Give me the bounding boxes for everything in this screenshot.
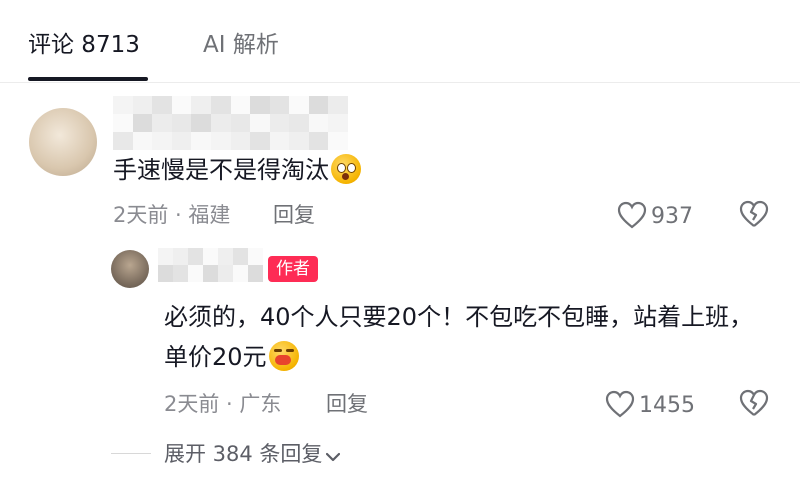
mosaic-cell (113, 96, 133, 114)
mosaic-cell (308, 96, 329, 114)
mosaic-cell (152, 96, 172, 114)
mosaic-cell (203, 265, 218, 282)
mosaic-cell (188, 248, 203, 265)
comment-like-count: 937 (651, 204, 693, 229)
mosaic-cell (289, 132, 309, 150)
mosaic-cell (250, 96, 270, 114)
mosaic-cell (328, 132, 348, 150)
heart-icon (617, 201, 647, 229)
shocked-emoji-icon (331, 154, 361, 184)
reply-like-count: 1455 (639, 393, 695, 418)
mosaic-cell (230, 132, 251, 150)
mosaic-cell (233, 265, 248, 282)
tab-ai-analysis[interactable]: AI 解析 (203, 30, 279, 60)
author-name-pixelated[interactable] (158, 248, 263, 282)
mosaic-cell (132, 96, 153, 114)
mosaic-cell (269, 114, 290, 132)
mosaic-cell (203, 248, 218, 265)
mosaic-cell (132, 114, 153, 132)
author-badge: 作者 (268, 256, 318, 282)
comment-text: 手速慢是不是得淘汰 (113, 152, 361, 188)
reply-body: 必须的，40个人只要20个！不包吃不包睡，站着上班，单价20元 (164, 303, 754, 371)
mosaic-cell (152, 114, 172, 132)
mosaic-cell (171, 132, 192, 150)
reply-reply-button[interactable]: 回复 (326, 390, 368, 418)
comment-dislike-button[interactable] (738, 199, 770, 233)
mosaic-cell (233, 248, 248, 265)
expand-replies-label: 展开 384 条回复 (164, 442, 323, 466)
comment-body: 手速慢是不是得淘汰 (113, 156, 329, 184)
mosaic-cell (173, 248, 188, 265)
mosaic-cell (191, 132, 211, 150)
commenter-avatar[interactable] (29, 108, 97, 176)
comment-tabs: 评论 8713 AI 解析 (0, 0, 800, 83)
mosaic-cell (210, 132, 231, 150)
chevron-down-icon (326, 452, 341, 462)
reply-like-button[interactable]: 1455 (605, 390, 695, 420)
mosaic-cell (171, 96, 192, 114)
heart-icon (605, 390, 635, 418)
broken-heart-icon (739, 389, 769, 416)
mosaic-cell (230, 114, 251, 132)
mosaic-cell (269, 132, 290, 150)
mosaic-cell (152, 132, 172, 150)
mosaic-cell (248, 248, 263, 265)
mosaic-cell (210, 96, 231, 114)
mosaic-cell (173, 265, 188, 282)
mosaic-cell (132, 132, 153, 150)
mosaic-cell (250, 132, 270, 150)
mosaic-cell (210, 114, 231, 132)
mosaic-cell (308, 114, 329, 132)
active-tab-indicator (28, 77, 148, 81)
mosaic-cell (328, 114, 348, 132)
commenter-name-pixelated[interactable] (113, 96, 348, 150)
mosaic-cell (250, 114, 270, 132)
broken-heart-icon (739, 200, 769, 227)
expand-divider (111, 453, 151, 454)
mosaic-cell (158, 265, 173, 282)
mosaic-cell (248, 265, 263, 282)
comment-reply-button[interactable]: 回复 (273, 201, 315, 229)
mosaic-cell (113, 132, 133, 150)
mosaic-cell (188, 265, 203, 282)
mosaic-cell (158, 248, 173, 265)
mosaic-cell (230, 96, 251, 114)
reply-meta: 2天前 · 广东 (164, 392, 282, 416)
yawning-emoji-icon (268, 341, 299, 371)
mosaic-cell (191, 96, 211, 114)
mosaic-cell (289, 96, 309, 114)
comment-like-button[interactable]: 937 (617, 201, 693, 231)
comment-meta: 2天前 · 福建 (113, 203, 231, 227)
mosaic-cell (308, 132, 329, 150)
mosaic-cell (218, 248, 233, 265)
tab-comments[interactable]: 评论 8713 (28, 30, 140, 60)
reply-dislike-button[interactable] (738, 388, 770, 422)
reply-text: 必须的，40个人只要20个！不包吃不包睡，站着上班，单价20元 (164, 297, 774, 377)
mosaic-cell (269, 96, 290, 114)
mosaic-cell (218, 265, 233, 282)
author-avatar[interactable] (111, 250, 149, 288)
mosaic-cell (171, 114, 192, 132)
mosaic-cell (328, 96, 348, 114)
mosaic-cell (191, 114, 211, 132)
expand-replies-button[interactable]: 展开 384 条回复 (164, 440, 341, 468)
mosaic-cell (113, 114, 133, 132)
mosaic-cell (289, 114, 309, 132)
